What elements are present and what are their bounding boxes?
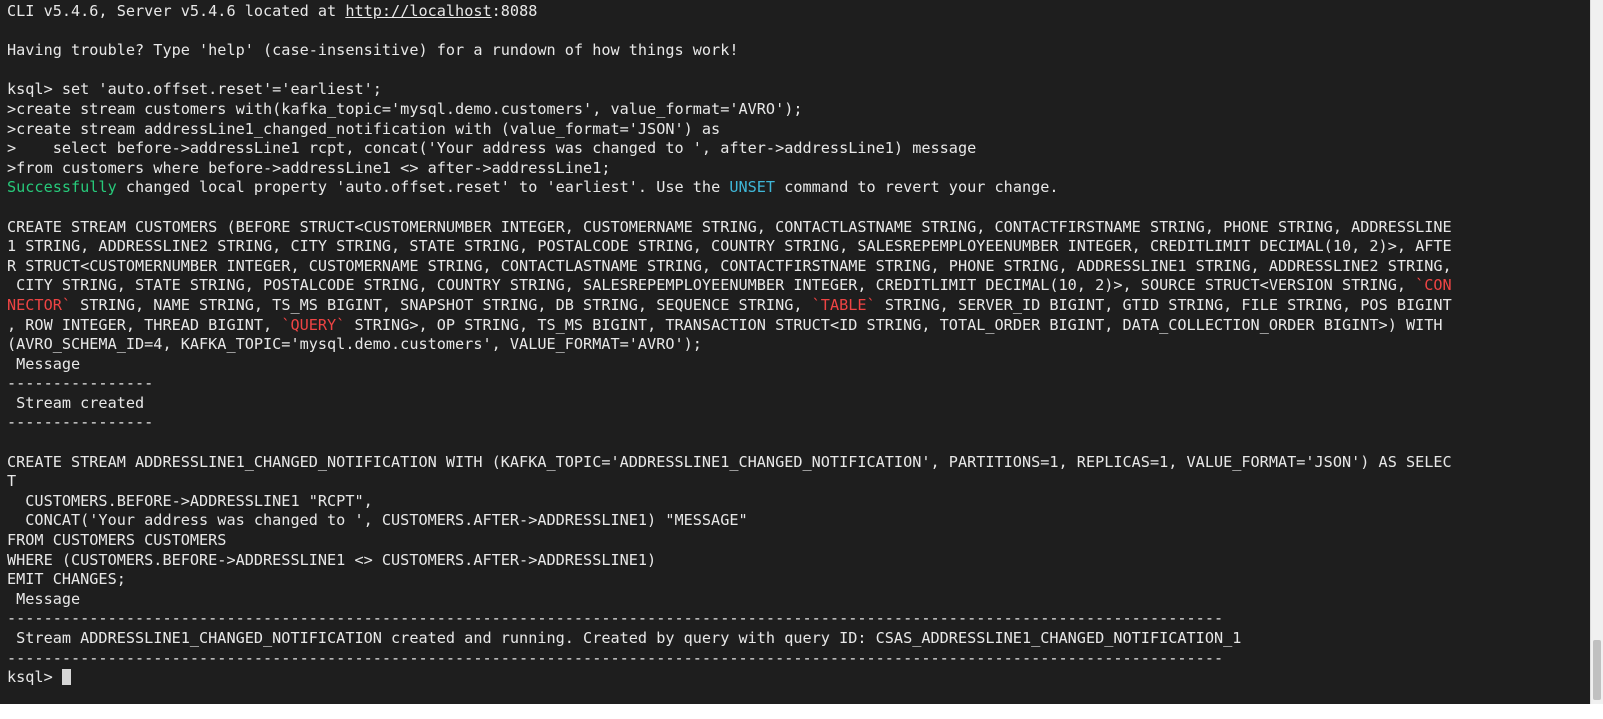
quoted-identifier: `TABLE`: [811, 295, 876, 314]
quoted-identifier: NECTOR`: [7, 295, 72, 314]
notification-ddl-line: EMIT CHANGES;: [7, 570, 126, 589]
customers-ddl-line: (AVRO_SCHEMA_ID=4, KAFKA_TOPIC='mysql.de…: [7, 335, 702, 354]
customers-ddl-line: R STRUCT<CUSTOMERNUMBER INTEGER, CUSTOME…: [7, 256, 1452, 275]
result-header: Message: [7, 589, 81, 608]
property-change-message: Successfully changed local property 'aut…: [7, 178, 1590, 198]
unset-keyword: UNSET: [729, 178, 776, 197]
command-line: >from customers where before->addressLin…: [7, 158, 611, 177]
terminal-window[interactable]: CLI v5.4.6, Server v5.4.6 located at htt…: [0, 0, 1590, 704]
command-line: > select before->addressLine1 rcpt, conc…: [7, 139, 977, 158]
ddl-text: STRING, NAME STRING, TS_MS BIGINT, SNAPS…: [71, 295, 812, 314]
help-line: Having trouble? Type 'help' (case-insens…: [7, 41, 739, 60]
notification-ddl-line: FROM CUSTOMERS CUSTOMERS: [7, 531, 227, 550]
ddl-text: STRING, SERVER_ID BIGINT, GTID STRING, F…: [875, 295, 1452, 314]
result-header: Message: [7, 354, 81, 373]
customers-ddl-line: 1 STRING, ADDRESSLINE2 STRING, CITY STRI…: [7, 237, 1452, 256]
version-line: CLI v5.4.6, Server v5.4.6 located at htt…: [7, 2, 1590, 22]
quoted-identifier: `CON: [1415, 276, 1452, 295]
notification-ddl-line: CUSTOMERS.BEFORE->ADDRESSLINE1 "RCPT",: [7, 491, 373, 510]
property-text-a: changed local property 'auto.offset.rese…: [116, 178, 730, 197]
customers-ddl-line: NECTOR` STRING, NAME STRING, TS_MS BIGIN…: [7, 296, 1590, 316]
vertical-scrollbar[interactable]: [1590, 0, 1603, 704]
command-line: ksql> set 'auto.offset.reset'='earliest'…: [7, 80, 382, 99]
ddl-text: , ROW INTEGER, THREAD BIGINT,: [7, 315, 282, 334]
prompt-text: ksql>: [7, 668, 62, 687]
property-text-b: command to revert your change.: [775, 178, 1059, 197]
command-line: >create stream addressLine1_changed_noti…: [7, 119, 721, 138]
text-cursor[interactable]: [61, 669, 71, 686]
notification-ddl-line: CREATE STREAM ADDRESSLINE1_CHANGED_NOTIF…: [7, 452, 1452, 471]
notification-ddl-line: T: [7, 472, 17, 491]
result-divider: ----------------------------------------…: [7, 609, 1224, 628]
version-text: CLI v5.4.6, Server v5.4.6 located at: [7, 2, 346, 20]
quoted-identifier: `QUERY`: [281, 315, 346, 334]
success-word: Successfully: [7, 178, 117, 197]
result-divider: ----------------------------------------…: [7, 648, 1224, 667]
customers-ddl-line: , ROW INTEGER, THREAD BIGINT, `QUERY` ST…: [7, 316, 1590, 336]
notification-ddl-line: CONCAT('Your address was changed to ', C…: [7, 511, 748, 530]
result-divider: ----------------: [7, 413, 154, 432]
result-message: Stream created: [7, 393, 145, 412]
server-port: :8088: [491, 2, 538, 20]
command-line: >create stream customers with(kafka_topi…: [7, 99, 803, 118]
customers-ddl-line: CREATE STREAM CUSTOMERS (BEFORE STRUCT<C…: [7, 217, 1452, 236]
ddl-text: CITY STRING, STATE STRING, POSTALCODE ST…: [7, 276, 1416, 295]
prompt-line[interactable]: ksql>: [7, 668, 1590, 688]
server-url-link[interactable]: http://localhost: [345, 2, 491, 20]
notification-ddl-line: WHERE (CUSTOMERS.BEFORE->ADDRESSLINE1 <>…: [7, 550, 657, 569]
scrollbar-thumb[interactable]: [1593, 640, 1601, 700]
customers-ddl-line: CITY STRING, STATE STRING, POSTALCODE ST…: [7, 276, 1590, 296]
result-message: Stream ADDRESSLINE1_CHANGED_NOTIFICATION…: [7, 629, 1242, 647]
result-divider: ----------------: [7, 374, 154, 393]
ddl-text: STRING>, OP STRING, TS_MS BIGINT, TRANSA…: [345, 315, 1443, 334]
window-bottom-edge: [0, 704, 1603, 719]
